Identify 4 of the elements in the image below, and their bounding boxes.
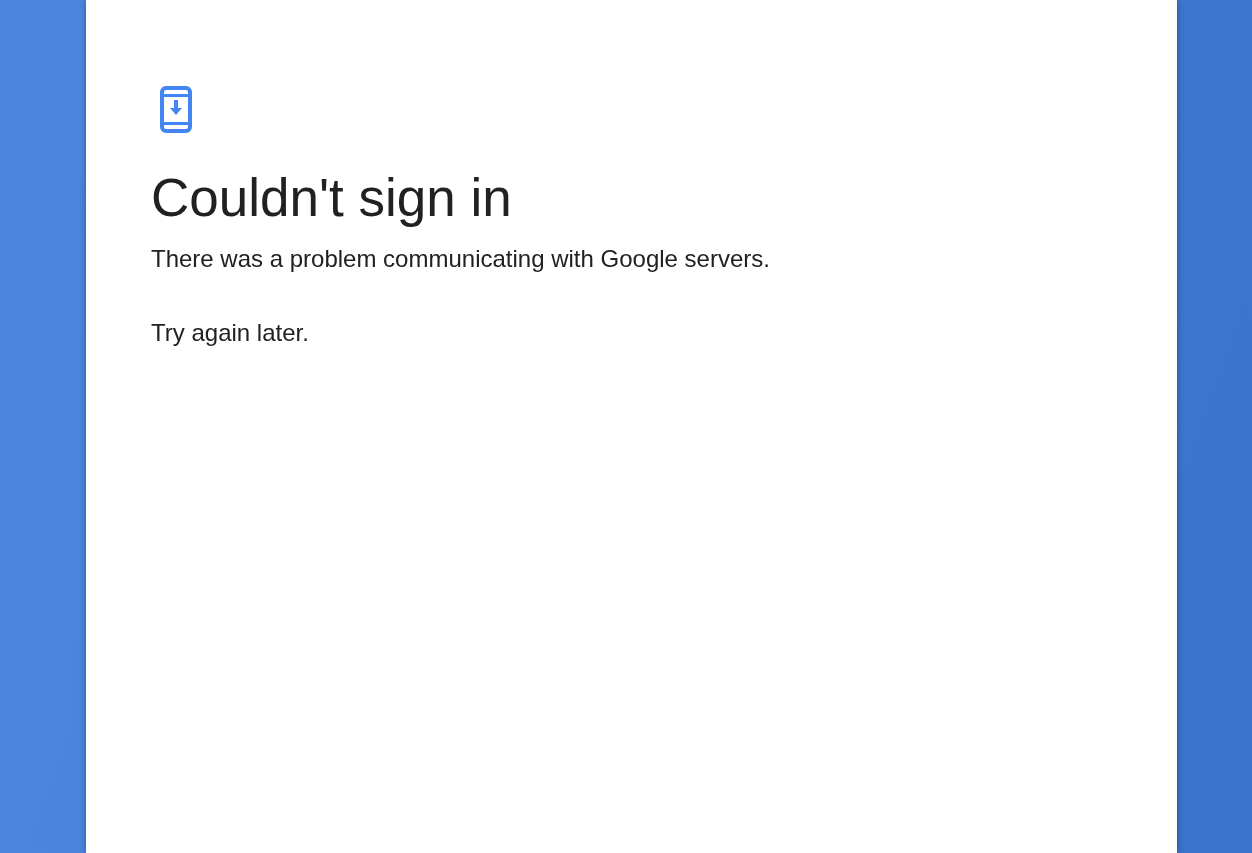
message-text: There was a problem communicating with Google servers.: [151, 244, 771, 274]
message-text: Try again later.: [151, 318, 310, 348]
phone-download-icon: [160, 86, 192, 133]
dialog-title: Couldn't sign in: [151, 167, 513, 229]
